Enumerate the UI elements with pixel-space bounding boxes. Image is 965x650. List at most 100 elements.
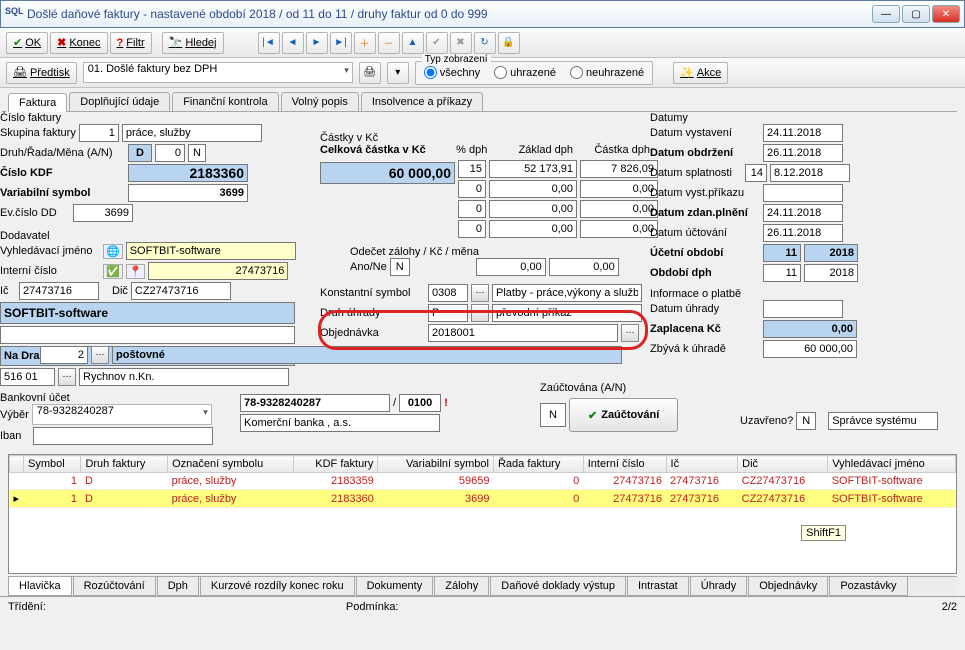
zauctovani-button[interactable]: ✔Zaúčtování xyxy=(569,398,678,432)
col-var[interactable]: Variabilní symbol xyxy=(378,456,494,473)
zaklad-2[interactable] xyxy=(489,180,577,198)
nav-refresh-button[interactable]: ↻ xyxy=(474,32,496,54)
btab-uhrady[interactable]: Úhrady xyxy=(690,577,747,596)
filtr-button[interactable]: ?Filtr xyxy=(110,32,152,54)
nav-last-button[interactable]: ►| xyxy=(330,32,352,54)
nav-next-button[interactable]: ► xyxy=(306,32,328,54)
nav-up-button[interactable]: ▲ xyxy=(402,32,424,54)
datum-obdrzeni-input[interactable] xyxy=(763,144,843,162)
popis-text-input[interactable] xyxy=(112,346,622,364)
ucetni-obdobi-m[interactable] xyxy=(763,244,801,262)
variabilni-symbol-input[interactable] xyxy=(128,184,248,202)
btab-objednavky[interactable]: Objednávky xyxy=(748,577,828,596)
radio-uhrazene[interactable]: uhrazené xyxy=(494,66,556,79)
btab-kurz[interactable]: Kurzové rozdíly konec roku xyxy=(200,577,355,596)
vyber-combo[interactable]: 78-9328240287 xyxy=(32,404,212,425)
konec-button[interactable]: ✖Konec xyxy=(50,32,107,54)
col-oznaceni[interactable]: Označení symbolu xyxy=(168,456,294,473)
nav-confirm-button[interactable]: ✔ xyxy=(426,32,448,54)
konst-symbol-input[interactable] xyxy=(428,284,468,302)
iban-input[interactable] xyxy=(33,427,213,445)
datum-vystaveni-input[interactable] xyxy=(763,124,843,142)
castka-1[interactable] xyxy=(580,160,658,178)
datum-zdan-plneni-input[interactable] xyxy=(763,204,843,222)
castka-4[interactable] xyxy=(580,220,658,238)
ucetni-obdobi-y[interactable] xyxy=(804,244,858,262)
nav-cancel-button[interactable]: ✖ xyxy=(450,32,472,54)
obdobi-dph-y[interactable] xyxy=(804,264,858,282)
btab-pozastavky[interactable]: Pozastávky xyxy=(829,577,907,596)
maximize-button[interactable]: ▢ xyxy=(902,5,930,23)
addr-name[interactable] xyxy=(0,302,295,324)
col-symbol[interactable]: Symbol xyxy=(24,456,81,473)
col-dic[interactable]: Dič xyxy=(738,456,828,473)
zaplacena-kc-input[interactable] xyxy=(763,320,857,338)
red-pin-icon[interactable]: 📍 xyxy=(126,264,146,279)
druh-uhrady-lookup[interactable]: ⋯ xyxy=(471,304,489,322)
dph-pct-3[interactable] xyxy=(458,200,486,218)
tab-doplnujici[interactable]: Doplňující údaje xyxy=(69,92,170,111)
predtisk-combo[interactable]: 01. Došlé faktury bez DPH xyxy=(83,62,353,83)
dic-input[interactable] xyxy=(131,282,231,300)
col-vyhl[interactable]: Vyhledávací jméno xyxy=(828,456,956,473)
zaklad-1[interactable] xyxy=(489,160,577,178)
col-druh[interactable]: Druh faktury xyxy=(81,456,168,473)
col-interni[interactable]: Interní číslo xyxy=(583,456,666,473)
popis-lookup[interactable]: ⋯ xyxy=(91,346,109,364)
nav-add-button[interactable]: ＋ xyxy=(354,32,376,54)
castka-3[interactable] xyxy=(580,200,658,218)
datum-vyst-prikazu-input[interactable] xyxy=(763,184,843,202)
hledej-button[interactable]: 🔭Hledej xyxy=(162,32,224,54)
table-row[interactable]: ▸ 1 D práce, služby 2183360 3699 0 27473… xyxy=(10,490,956,508)
predtisk-button[interactable]: 🖨Předtisk xyxy=(6,62,77,84)
radio-neuhrazene[interactable]: neuhrazené xyxy=(570,66,644,79)
arrow-down-button[interactable]: ▾ xyxy=(387,62,409,84)
vyhledavaci-jmeno-input[interactable] xyxy=(126,242,296,260)
datum-uctovani-input[interactable] xyxy=(763,224,843,242)
ic-input[interactable] xyxy=(19,282,99,300)
mena-input[interactable] xyxy=(188,144,206,162)
ucet-kod[interactable] xyxy=(399,394,441,412)
data-grid[interactable]: Symbol Druh faktury Označení symbolu KDF… xyxy=(8,454,957,574)
col-rada[interactable]: Řada faktury xyxy=(493,456,583,473)
rada-input[interactable] xyxy=(155,144,185,162)
celkova-castka-input[interactable] xyxy=(320,162,455,184)
nav-remove-button[interactable]: － xyxy=(378,32,400,54)
addr-blank[interactable] xyxy=(0,326,295,344)
print-button[interactable]: 🖨 xyxy=(359,62,381,84)
zaklad-4[interactable] xyxy=(489,220,577,238)
table-row[interactable]: 1 D práce, služby 2183359 59659 0 274737… xyxy=(10,473,956,490)
tab-insolvence[interactable]: Insolvence a příkazy xyxy=(361,92,483,111)
btab-danove[interactable]: Daňové doklady výstup xyxy=(490,577,626,596)
tab-volny[interactable]: Volný popis xyxy=(281,92,359,111)
tab-faktura[interactable]: Faktura xyxy=(8,93,67,112)
addr-city[interactable] xyxy=(79,368,289,386)
objednavka-lookup[interactable]: ⋯ xyxy=(621,324,639,342)
radio-vsechny[interactable]: všechny xyxy=(424,66,480,79)
konst-symbol-lookup[interactable]: ⋯ xyxy=(471,284,489,302)
datum-uhrady-input[interactable] xyxy=(763,300,843,318)
window-close-button[interactable]: ✕ xyxy=(932,5,960,23)
ucet-cislo[interactable] xyxy=(240,394,390,412)
minimize-button[interactable]: — xyxy=(872,5,900,23)
obdobi-dph-m[interactable] xyxy=(763,264,801,282)
col-kdf[interactable]: KDF faktury xyxy=(294,456,378,473)
odecet-an-input[interactable] xyxy=(390,258,410,276)
druh-uhrady-input[interactable] xyxy=(428,304,468,322)
skupina-faktury-input[interactable] xyxy=(79,124,119,142)
btab-zalohy[interactable]: Zálohy xyxy=(434,577,489,596)
btab-rozuctovani[interactable]: Rozúčtování xyxy=(73,577,156,596)
addr-zip[interactable] xyxy=(0,368,55,386)
odecet-v1[interactable] xyxy=(476,258,546,276)
btab-hlavicka[interactable]: Hlavička xyxy=(8,577,72,596)
dph-pct-1[interactable] xyxy=(458,160,486,178)
zaklad-3[interactable] xyxy=(489,200,577,218)
ok-button[interactable]: ✔OK xyxy=(6,32,48,54)
btab-dokumenty[interactable]: Dokumenty xyxy=(356,577,434,596)
akce-button[interactable]: ✨Akce xyxy=(673,62,728,84)
nav-lock-button[interactable]: 🔒 xyxy=(498,32,520,54)
tab-financni[interactable]: Finanční kontrola xyxy=(172,92,278,111)
zip-lookup-button[interactable]: ⋯ xyxy=(58,368,76,386)
nav-first-button[interactable]: |◄ xyxy=(258,32,280,54)
datum-splatnosti-days[interactable] xyxy=(745,164,767,182)
